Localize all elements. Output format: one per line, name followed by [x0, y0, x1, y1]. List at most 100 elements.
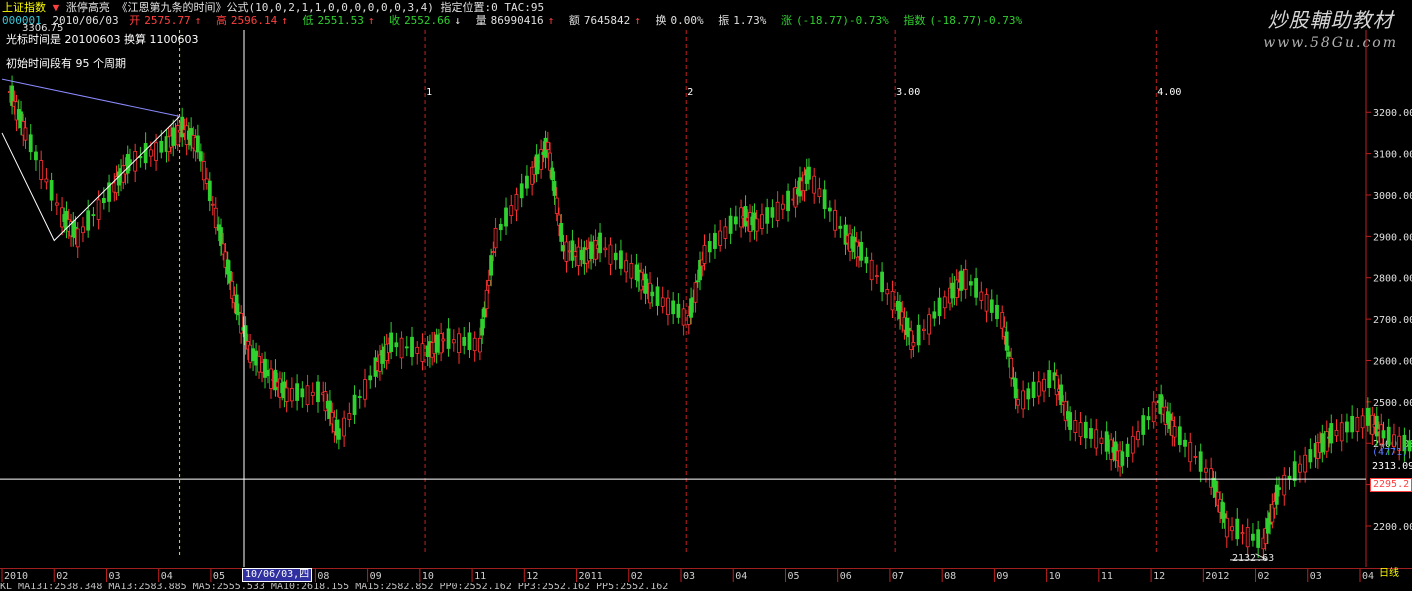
- candle-body: [1308, 449, 1313, 463]
- candle-body: [310, 391, 315, 396]
- candle-body: [457, 333, 461, 354]
- candle-body: [874, 275, 879, 278]
- candle-body: [869, 259, 874, 281]
- candle-body: [352, 394, 357, 415]
- candle-body: [1339, 422, 1344, 442]
- candle-body: [619, 250, 623, 269]
- candle-body: [210, 203, 215, 206]
- candle-body: [1036, 381, 1041, 397]
- candle-body: [266, 369, 270, 377]
- candle-body: [838, 225, 843, 229]
- candle-body: [357, 396, 362, 398]
- candle-body: [743, 206, 748, 227]
- candle-body: [86, 210, 91, 231]
- candle-body: [128, 159, 132, 164]
- candle-body: [676, 303, 681, 318]
- candle-body: [890, 290, 895, 311]
- candle-body: [1073, 420, 1078, 433]
- candle-body: [486, 280, 491, 286]
- candle-body: [1177, 426, 1182, 446]
- candle-body: [260, 361, 264, 373]
- candle-body: [1000, 312, 1005, 329]
- candle-body: [598, 232, 602, 254]
- candle-body: [148, 149, 153, 157]
- candle-body: [1047, 370, 1052, 389]
- candle-body: [573, 251, 578, 257]
- candle-body: [989, 299, 994, 313]
- candle-body: [300, 388, 305, 398]
- candle-body: [1104, 431, 1109, 452]
- candle-body: [693, 282, 698, 303]
- candle-body: [554, 197, 559, 214]
- current-price-tag: 2295.2: [1370, 478, 1412, 492]
- candle-body: [1015, 399, 1020, 406]
- candle-body: [552, 180, 557, 196]
- candlestick-chart[interactable]: 2200.002300.002400.002500.002600.002700.…: [0, 0, 1412, 589]
- candle-body: [545, 141, 550, 151]
- candle-body: [336, 428, 341, 440]
- candle-body: [754, 218, 759, 232]
- candle-body: [480, 318, 485, 336]
- candle-body: [498, 223, 503, 231]
- candle-body: [1303, 454, 1308, 473]
- candle-body: [1125, 443, 1130, 457]
- cycle-marker-label: 2: [687, 87, 693, 98]
- candle-body: [101, 197, 106, 204]
- candle-body: [404, 346, 409, 349]
- candle-body: [1094, 429, 1099, 449]
- candle-body: [624, 260, 629, 273]
- candle-body: [733, 216, 738, 225]
- candle-body: [723, 226, 728, 239]
- candle-body: [812, 175, 817, 194]
- candle-body: [504, 207, 508, 227]
- candle-body: [1130, 435, 1135, 454]
- candle-body: [570, 240, 575, 261]
- candle-body: [1350, 415, 1355, 433]
- period-tab-daily[interactable]: 日线: [1376, 568, 1402, 580]
- candle-body: [1381, 430, 1386, 439]
- candle-body: [1026, 388, 1031, 400]
- price-tick-label: 3100.00: [1373, 150, 1412, 161]
- candle-body: [780, 203, 785, 210]
- candle-body: [1193, 455, 1198, 458]
- candle-body: [1198, 451, 1203, 472]
- candle-body: [484, 289, 489, 310]
- candle-body: [1224, 517, 1229, 538]
- candle-body: [1329, 423, 1334, 444]
- price-tick-label: 2500.00: [1373, 398, 1412, 409]
- candle-body: [514, 194, 519, 211]
- candle-body: [1146, 416, 1151, 421]
- candle-body: [263, 358, 267, 378]
- candle-body: [1172, 426, 1177, 438]
- candle-body: [713, 232, 717, 249]
- candle-body: [1013, 378, 1018, 399]
- price-tick-label: 2600.00: [1373, 356, 1412, 367]
- candle-body: [880, 271, 884, 293]
- candle-body: [201, 160, 206, 181]
- gann-top-line: [1, 78, 180, 117]
- price-tick-label: 2800.00: [1373, 274, 1412, 285]
- candle-body: [984, 294, 989, 312]
- candle-body: [859, 241, 864, 261]
- price-tick-label: 2700.00: [1373, 315, 1412, 326]
- candle-body: [1099, 437, 1104, 444]
- candle-body: [347, 413, 352, 420]
- candle-body: [921, 328, 926, 331]
- candle-body: [963, 269, 968, 290]
- candle-body: [1021, 390, 1026, 410]
- gann-triangle-line: [1, 116, 180, 242]
- candle-body: [822, 189, 827, 210]
- candle-body: [1245, 527, 1250, 548]
- candle-body: [180, 116, 185, 138]
- candle-body: [765, 207, 770, 224]
- candle-body: [1355, 416, 1360, 432]
- candle-body: [786, 190, 790, 212]
- candle-body: [1078, 422, 1083, 438]
- low-point-label: 2132.63: [1232, 553, 1275, 564]
- candle-body: [643, 273, 648, 294]
- candle-body: [54, 202, 59, 206]
- candle-body: [1386, 426, 1391, 445]
- candle-body: [1042, 378, 1046, 392]
- candle-body: [707, 241, 712, 253]
- candle-body: [415, 346, 420, 354]
